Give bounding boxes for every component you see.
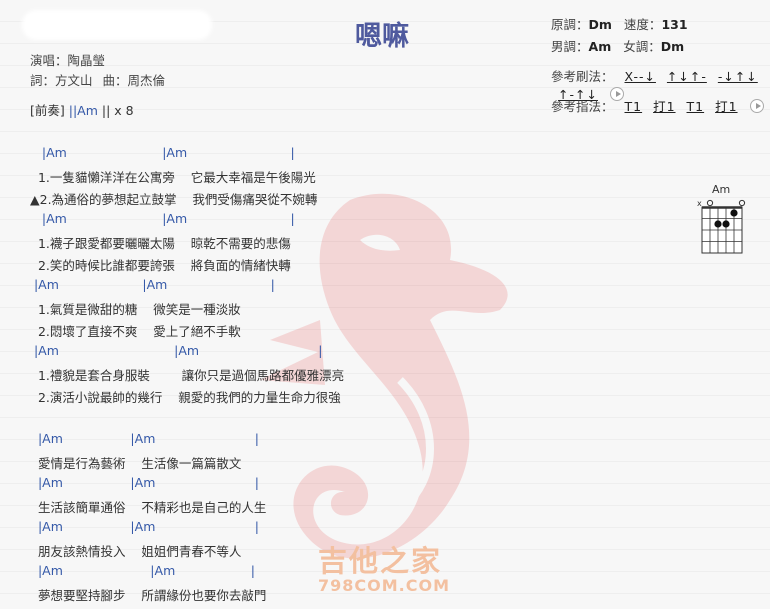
sheet-line-14[interactable]: |Am |Am | xyxy=(30,475,259,490)
tempo-label: 速度： xyxy=(623,17,662,32)
watermark-site-url: 798COM.COM xyxy=(318,576,451,595)
strum-pattern-2[interactable]: ↑↓↑- xyxy=(667,69,707,84)
sheet-line-2: ▲2.為通俗的夢想起立鼓掌 我們受傷痛哭從不婉轉 xyxy=(30,192,318,207)
picking-patterns: 參考指法： T1 打1 T1 打1 xyxy=(551,96,764,115)
key-info-row-1: 原調：Dm 速度：131 xyxy=(551,14,688,33)
intro-repeat: || x 8 xyxy=(101,103,134,118)
finger-dot-d2 xyxy=(714,220,722,228)
blurred-region xyxy=(22,10,212,40)
sheet-line-17: 朋友該熱情投入 姐姐們青春不等人 xyxy=(30,544,242,559)
sheet-line-1: 1.一隻貓懶洋洋在公寓旁 它最大幸福是午後陽光 xyxy=(30,170,316,185)
picking-pattern-2[interactable]: 打1 xyxy=(653,99,675,114)
strum-pattern-3[interactable]: -↓↑↓ xyxy=(718,69,758,84)
sheet-line-12[interactable]: |Am |Am | xyxy=(30,431,259,446)
chord-mute-mark: x xyxy=(697,199,702,208)
orig-key-label: 原調： xyxy=(551,17,589,32)
picking-play-icon[interactable] xyxy=(749,99,764,113)
male-key-value: Am xyxy=(588,39,612,54)
intro-chord[interactable]: ||Am xyxy=(69,103,98,118)
open-string-a xyxy=(706,199,714,207)
sheet-line-15: 生活該簡單通俗 不精彩也是自己的人生 xyxy=(30,500,267,515)
finger-dot-b1 xyxy=(730,209,738,217)
composer-credit: 曲：周杰倫 xyxy=(102,73,166,88)
sheet-line-7: 1.氣質是微甜的糖 微笑是一種淡妝 xyxy=(30,302,241,317)
female-key-value: Dm xyxy=(660,39,685,54)
sheet-line-9[interactable]: |Am |Am | xyxy=(30,343,323,358)
picking-pattern-4[interactable]: 打1 xyxy=(715,99,737,114)
chord-diagram-name: Am xyxy=(712,184,730,196)
lyricist-credit: 詞：方文山 xyxy=(30,73,93,88)
open-string-e xyxy=(738,199,746,207)
sheet-line-18[interactable]: |Am |Am | xyxy=(30,563,255,578)
sheet-line-0[interactable]: |Am |Am | xyxy=(30,145,295,160)
finger-dot-g2 xyxy=(722,220,730,228)
picking-pattern-1[interactable]: T1 xyxy=(625,99,643,114)
sheet-line-5: 2.笑的時候比誰都要誇張 將負面的情緒快轉 xyxy=(30,258,291,273)
strum-label: 參考刷法： xyxy=(551,69,614,84)
sheet-line-3[interactable]: |Am |Am | xyxy=(30,211,295,226)
picking-label: 參考指法： xyxy=(551,99,614,114)
song-title: 嗯嘛 xyxy=(355,21,409,52)
orig-key-value: Dm xyxy=(588,17,612,32)
sheet-line-10: 1.禮貌是套合身服裝 讓你只是過個馬路都優雅漂亮 xyxy=(30,368,345,383)
sheet-line-11: 2.演活小說最帥的幾行 親愛的我們的力量生命力很強 xyxy=(30,390,341,405)
sheet-line-19: 夢想要堅持腳步 所謂緣份也要你去敲門 xyxy=(30,588,267,603)
am-chord-diagram[interactable]: Am x xyxy=(696,184,748,256)
singer-credit: 演唱：陶晶瑩 xyxy=(30,53,106,68)
sheet-line-4: 1.襪子跟愛都要曬曬太陽 晾乾不需要的悲傷 xyxy=(30,236,291,251)
intro-line: [前奏] ||Am || x 8 xyxy=(30,100,134,119)
female-key-label: 女調： xyxy=(623,39,661,54)
sheet-line-8: 2.悶壞了直接不爽 愛上了絕不手軟 xyxy=(30,324,241,339)
writer-credits: 詞：方文山 曲：周杰倫 xyxy=(30,70,165,89)
watermark-site-name: 吉他之家 xyxy=(318,544,443,578)
picking-pattern-3[interactable]: T1 xyxy=(687,99,705,114)
sheet-line-6[interactable]: |Am |Am | xyxy=(30,277,275,292)
sheet-line-13: 愛情是行為藝術 生活像一篇篇散文 xyxy=(30,456,242,471)
key-info-row-2: 男調：Am 女調：Dm xyxy=(551,36,684,55)
sheet-line-16[interactable]: |Am |Am | xyxy=(30,519,259,534)
strum-pattern-1[interactable]: X--↓ xyxy=(625,69,656,84)
tempo-value: 131 xyxy=(661,17,688,32)
male-key-label: 男調： xyxy=(551,39,589,54)
intro-label: [前奏] xyxy=(30,103,65,118)
